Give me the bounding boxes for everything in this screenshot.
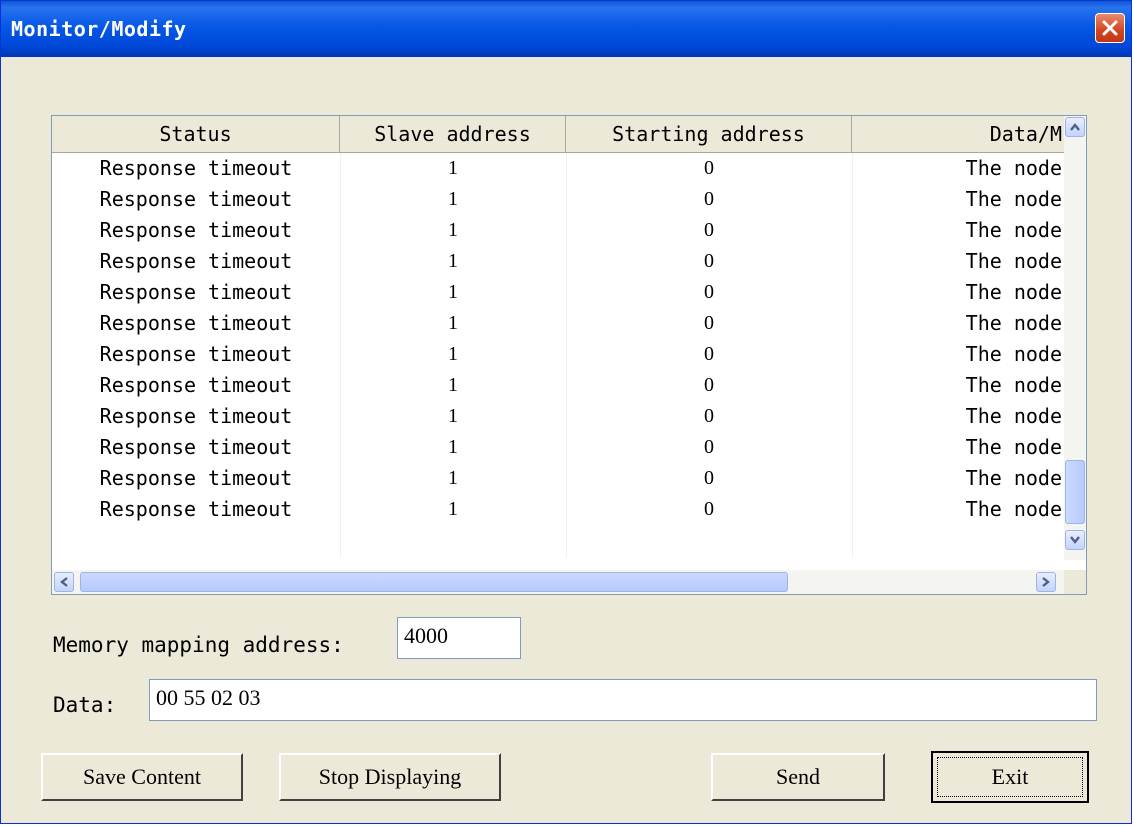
cell-starting-address: 0 [704,157,714,179]
table-row[interactable]: Response timeout 1 0 The node [52,246,1064,277]
cell-starting-address: 0 [704,374,714,396]
column-header-data[interactable]: Data/M [852,116,1064,152]
cell-data: The node [965,342,1062,366]
cell-data: The node [965,218,1062,242]
close-button[interactable] [1095,13,1125,43]
monitor-list[interactable]: Status Slave address Starting address Da… [51,115,1087,595]
cell-status: Response timeout [99,497,293,521]
list-header: Status Slave address Starting address Da… [52,116,1064,153]
cell-starting-address: 0 [704,312,714,334]
table-row[interactable]: Response timeout 1 0 The node [52,463,1064,494]
cell-starting-address: 0 [704,219,714,241]
send-button[interactable]: Send [711,753,885,801]
cell-status: Response timeout [99,187,293,211]
cell-slave-address: 1 [448,343,458,365]
data-label: Data: [53,693,117,717]
cell-data: The node [965,404,1062,428]
table-row[interactable]: Response timeout 1 0 The node [52,494,1064,525]
cell-slave-address: 1 [448,436,458,458]
cell-slave-address: 1 [448,374,458,396]
table-row[interactable]: Response timeout 1 0 The node [52,308,1064,339]
cell-slave-address: 1 [448,157,458,179]
cell-starting-address: 0 [704,405,714,427]
cell-status: Response timeout [99,249,293,273]
cell-status: Response timeout [99,156,293,180]
cell-starting-address: 0 [704,498,714,520]
cell-data: The node [965,497,1062,521]
table-row[interactable]: Response timeout 1 0 The node [52,215,1064,246]
data-field[interactable]: 00 55 02 03 [149,679,1097,721]
cell-slave-address: 1 [448,250,458,272]
column-header-starting-address[interactable]: Starting address [566,116,852,152]
cell-status: Response timeout [99,373,293,397]
cell-data: The node [965,311,1062,335]
stop-displaying-button[interactable]: Stop Displaying [279,753,501,801]
cell-status: Response timeout [99,435,293,459]
column-header-status[interactable]: Status [52,116,340,152]
horizontal-scroll-thumb[interactable] [80,572,788,592]
cell-starting-address: 0 [704,250,714,272]
cell-starting-address: 0 [704,188,714,210]
table-row[interactable]: Response timeout 1 0 The node [52,277,1064,308]
cell-starting-address: 0 [704,467,714,489]
cell-slave-address: 1 [448,312,458,334]
cell-slave-address: 1 [448,405,458,427]
arrow-up-icon [1070,123,1080,131]
exit-button[interactable]: Exit [931,751,1089,803]
close-icon [1102,20,1118,36]
vertical-scroll-thumb[interactable] [1065,460,1085,524]
cell-slave-address: 1 [448,467,458,489]
cell-starting-address: 0 [704,281,714,303]
memory-mapping-address-field[interactable]: 4000 [397,617,521,659]
cell-status: Response timeout [99,466,293,490]
cell-starting-address: 0 [704,436,714,458]
cell-status: Response timeout [99,404,293,428]
cell-slave-address: 1 [448,498,458,520]
cell-data: The node [965,249,1062,273]
cell-status: Response timeout [99,218,293,242]
memory-mapping-label: Memory mapping address: [53,633,344,657]
cell-slave-address: 1 [448,188,458,210]
save-content-button[interactable]: Save Content [41,753,243,801]
scroll-left-button[interactable] [54,572,74,592]
cell-data: The node [965,156,1062,180]
table-row[interactable]: Response timeout 1 0 The node [52,184,1064,215]
cell-data: The node [965,435,1062,459]
arrow-right-icon [1042,577,1050,587]
table-row[interactable]: Response timeout 1 0 The node [52,370,1064,401]
exit-button-label: Exit [937,757,1083,797]
cell-status: Response timeout [99,280,293,304]
window-title: Monitor/Modify [11,17,187,41]
cell-status: Response timeout [99,311,293,335]
arrow-down-icon [1070,536,1080,544]
table-row[interactable]: Response timeout 1 0 The node [52,401,1064,432]
cell-starting-address: 0 [704,343,714,365]
vertical-scrollbar[interactable] [1064,116,1086,560]
cell-data: The node [965,280,1062,304]
cell-data: The node [965,187,1062,211]
cell-data: The node [965,466,1062,490]
column-header-slave-address[interactable]: Slave address [340,116,566,152]
table-row[interactable]: Response timeout 1 0 The node [52,432,1064,463]
cell-data: The node [965,373,1062,397]
scroll-right-button[interactable] [1036,572,1056,592]
scroll-down-button[interactable] [1065,530,1085,550]
list-rows: Response timeout 1 0 The node Response timeo… [52,153,1064,525]
cell-slave-address: 1 [448,281,458,303]
table-row[interactable]: Response timeout 1 0 The node [52,339,1064,370]
scrollbar-corner [1064,570,1086,594]
table-row[interactable]: Response timeout 1 0 The node [52,153,1064,184]
cell-status: Response timeout [99,342,293,366]
scroll-up-button[interactable] [1065,117,1085,137]
horizontal-scrollbar[interactable] [52,570,1064,594]
cell-slave-address: 1 [448,219,458,241]
title-bar[interactable]: Monitor/Modify [1,1,1131,57]
monitor-modify-dialog: Monitor/Modify Status Slave address Star… [0,0,1132,824]
arrow-left-icon [60,577,68,587]
